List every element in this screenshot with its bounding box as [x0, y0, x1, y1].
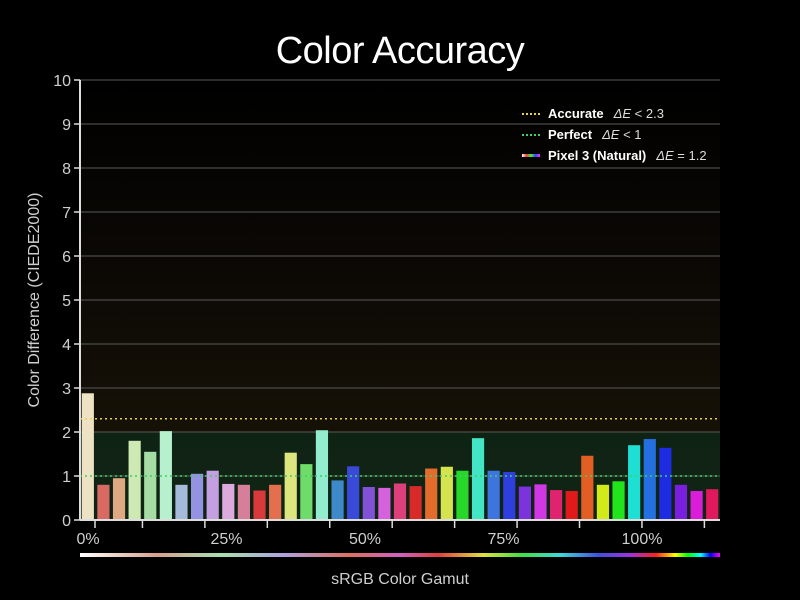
bar [440, 466, 453, 520]
bar [128, 440, 141, 520]
bar [237, 484, 250, 520]
bar [503, 472, 516, 520]
y-tick-label: 2 [62, 425, 71, 442]
bar [347, 466, 360, 520]
bar [97, 484, 110, 520]
legend-expr-perfect: ΔE < 1 [602, 127, 642, 142]
legend-label-series: Pixel 3 (Natural) [548, 148, 647, 163]
x-tick-label: 75% [487, 531, 519, 548]
bar [456, 470, 469, 520]
bar [674, 484, 688, 520]
bar [284, 452, 297, 520]
bar [596, 484, 610, 520]
bar [471, 438, 485, 520]
bar [565, 490, 578, 520]
x-tick-label: 0% [76, 531, 99, 548]
x-axis-label: sRGB Color Gamut [331, 571, 469, 588]
bar [378, 487, 391, 520]
x-tick-label: 25% [210, 531, 242, 548]
legend-expr-series: ΔE = 1.2 [656, 148, 707, 163]
y-tick-label: 3 [62, 381, 71, 398]
legend-expr-accurate: ΔE < 2.3 [613, 106, 664, 121]
bar [269, 484, 282, 520]
y-tick-label: 1 [62, 469, 71, 486]
bar [550, 490, 563, 520]
bar [706, 489, 719, 520]
bar [190, 473, 204, 520]
x-tick-label: 50% [349, 531, 381, 548]
bar [81, 393, 94, 520]
bar [643, 439, 656, 520]
bar [112, 478, 126, 520]
y-tick-label: 6 [62, 249, 71, 266]
y-tick-label: 7 [62, 205, 71, 222]
legend-item-perfect: Perfect ΔE < 1 [522, 124, 707, 145]
legend-label-accurate: Accurate [548, 106, 604, 121]
y-tick-label: 4 [62, 337, 71, 354]
bar [253, 490, 266, 520]
gamut-strip [80, 553, 720, 557]
bar [409, 486, 422, 520]
y-tick-label: 8 [62, 161, 71, 178]
y-axis-label: Color Difference (CIEDE2000) [26, 193, 43, 408]
bar [300, 464, 313, 520]
bar [518, 486, 531, 520]
bar [331, 480, 344, 520]
bar [612, 481, 625, 520]
x-tick-label: 100% [622, 531, 663, 548]
bar [581, 455, 594, 520]
bar [222, 483, 235, 520]
bar [175, 484, 188, 520]
bar [690, 490, 703, 520]
legend-item-series: Pixel 3 (Natural) ΔE = 1.2 [522, 145, 707, 166]
legend: Accurate ΔE < 2.3 Perfect ΔE < 1 Pixel 3… [522, 103, 707, 166]
y-tick-label: 10 [53, 73, 71, 90]
bar [659, 447, 672, 520]
legend-swatch-perfect [522, 133, 540, 136]
legend-label-perfect: Perfect [548, 127, 593, 142]
y-tick-label: 5 [62, 293, 71, 310]
legend-item-accurate: Accurate ΔE < 2.3 [522, 103, 707, 124]
legend-swatch-accurate [522, 112, 540, 115]
bar [534, 484, 547, 520]
bar [206, 470, 219, 520]
bar [144, 451, 157, 520]
bar [628, 445, 641, 520]
legend-swatch-series [522, 154, 540, 157]
bar [487, 470, 500, 520]
y-tick-label: 9 [62, 117, 71, 134]
bar [315, 430, 329, 520]
color-accuracy-chart: 0 1 2 3 4 5 6 7 8 9 10 0% 25% 50% 75% 100% sRGB Color … [26, 73, 720, 588]
y-tick-label: 0 [62, 513, 71, 530]
bar [362, 487, 375, 520]
bar [393, 483, 407, 520]
